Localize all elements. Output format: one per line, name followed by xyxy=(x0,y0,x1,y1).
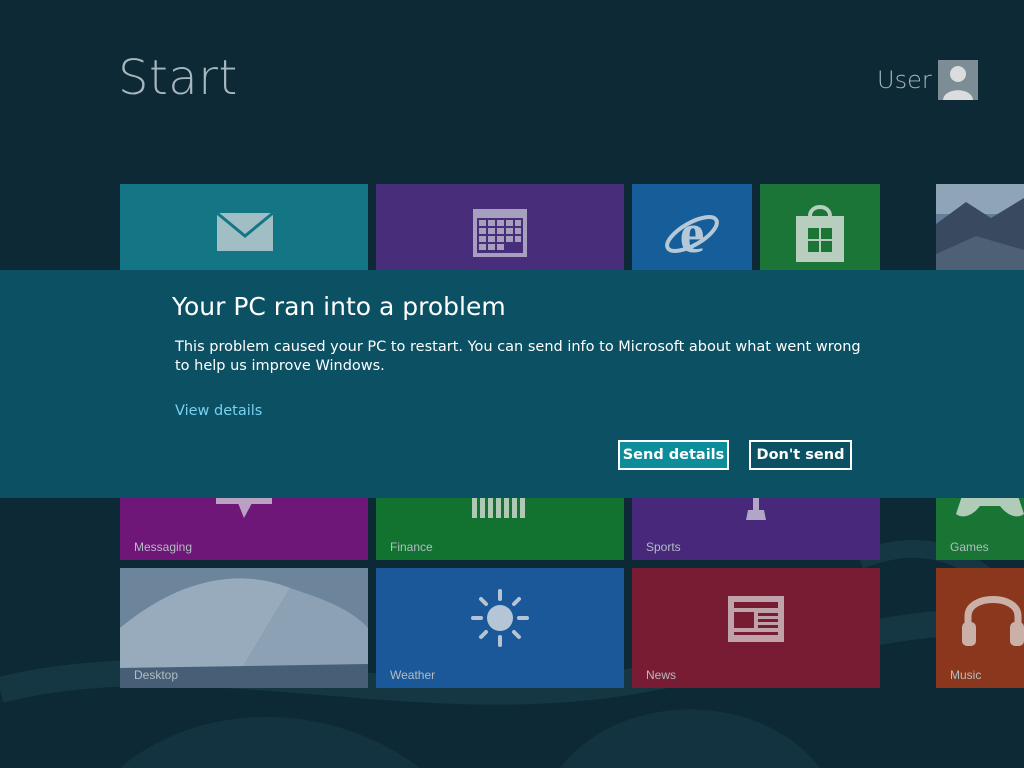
tile-weather[interactable]: Weather xyxy=(376,568,624,688)
error-dialog: Your PC ran into a problem This problem … xyxy=(0,270,1024,498)
headphones-icon xyxy=(962,596,1024,646)
sun-icon xyxy=(471,589,529,647)
store-bag-icon xyxy=(796,205,844,262)
internet-explorer-icon: e xyxy=(665,204,719,264)
tile-label: Desktop xyxy=(134,668,179,682)
tile-label: Games xyxy=(950,540,989,554)
calendar-icon xyxy=(473,209,527,257)
newspaper-icon xyxy=(728,596,784,642)
dont-send-button[interactable]: Don't send xyxy=(749,440,852,470)
user-name[interactable]: User xyxy=(877,66,932,94)
person-silhouette-icon xyxy=(938,60,978,100)
svg-text:e: e xyxy=(680,204,705,264)
view-details-link[interactable]: View details xyxy=(175,403,262,419)
tile-label: Finance xyxy=(390,540,433,554)
avatar[interactable] xyxy=(938,60,978,100)
tile-label: Sports xyxy=(646,540,681,554)
envelope-icon xyxy=(216,212,274,251)
tile-desktop[interactable]: Desktop xyxy=(120,568,368,688)
tile-label: Music xyxy=(950,668,982,682)
tile-label: Messaging xyxy=(134,540,193,554)
dialog-title: Your PC ran into a problem xyxy=(172,292,506,321)
dialog-message: This problem caused your PC to restart. … xyxy=(175,339,861,374)
tile-label: News xyxy=(646,668,677,682)
page-title: Start xyxy=(118,50,238,106)
send-details-button[interactable]: Send details xyxy=(618,440,729,470)
tile-music[interactable]: Music xyxy=(936,568,1024,688)
tile-label: Weather xyxy=(390,668,436,682)
tile-news[interactable]: News xyxy=(632,568,880,688)
